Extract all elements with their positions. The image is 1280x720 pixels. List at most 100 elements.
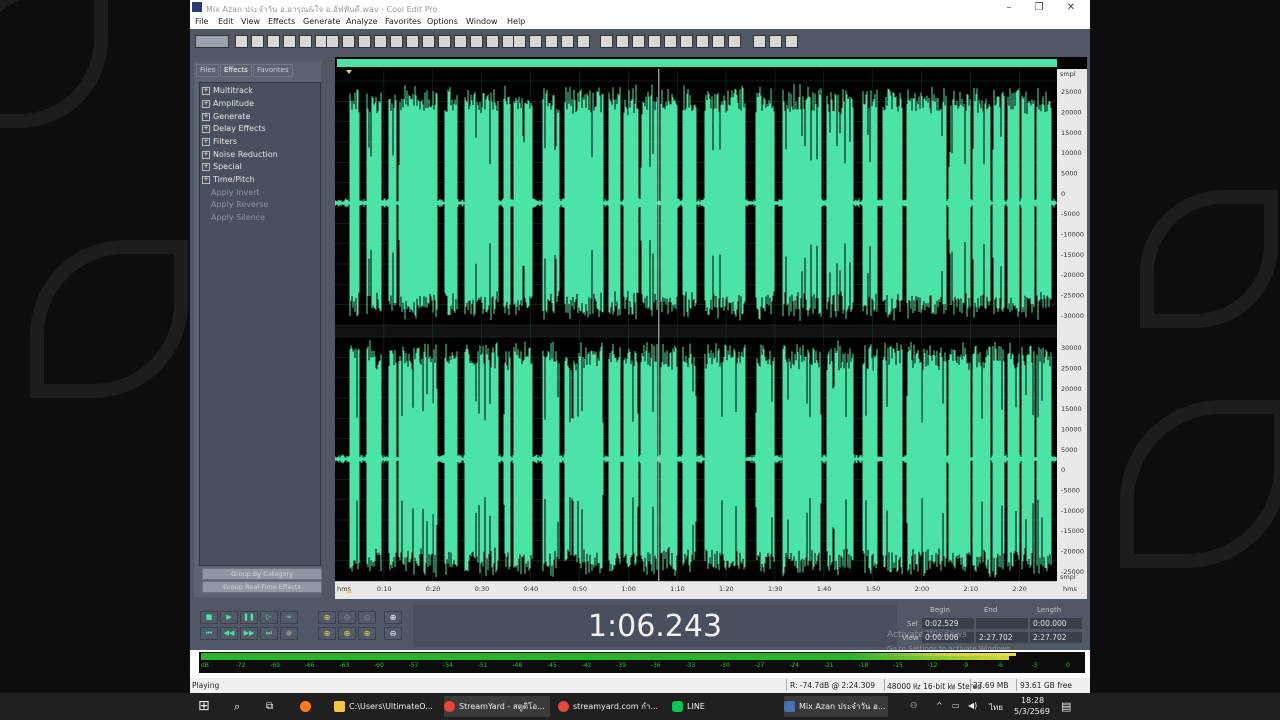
taskbar-item-streamyard-com[interactable]: streamyard.com กำ... — [558, 696, 662, 717]
close-icon[interactable]: ✕ — [1056, 1, 1086, 14]
tree-item-apply-silence[interactable]: Apply Silence — [211, 213, 265, 222]
tree-item-filters[interactable]: + Filters — [202, 137, 237, 146]
tree-item-noise-reduction[interactable]: + Noise Reduction — [202, 150, 278, 159]
toolbar-button-21[interactable] — [545, 35, 558, 48]
expand-icon[interactable]: + — [202, 99, 210, 108]
tab-effects[interactable]: Effects — [220, 64, 252, 77]
toolbar-button-31[interactable] — [712, 35, 725, 48]
clock-time[interactable]: 18:28 — [1021, 696, 1044, 705]
toolbar-button-22[interactable] — [561, 35, 574, 48]
toolbar-button-17[interactable] — [486, 35, 499, 48]
play-to-end-button[interactable]: ▷ — [260, 611, 278, 624]
toolbar-button-11[interactable] — [390, 35, 403, 48]
group-by-category-button[interactable]: Group By Category — [202, 568, 322, 580]
toolbar-button-12[interactable] — [406, 35, 419, 48]
zoom-out-vertical-icon[interactable]: ⊖ — [384, 627, 402, 640]
go-to-end-button[interactable]: ⏭ — [260, 627, 278, 640]
tray-chevron-icon[interactable]: ^ — [936, 701, 943, 710]
toolbar-button-4[interactable] — [283, 35, 296, 48]
toolbar-button-30[interactable] — [696, 35, 709, 48]
toolbar-button-33[interactable] — [753, 35, 766, 48]
windows-start-icon[interactable]: ⊞ — [198, 696, 218, 717]
sel-begin-field[interactable]: 0:02.529 — [922, 618, 974, 629]
toolbar-button-15[interactable] — [454, 35, 467, 48]
view-length-field[interactable]: 2:27.702 — [1030, 632, 1082, 643]
toolbar-button-24[interactable] — [600, 35, 613, 48]
toolbar-button-13[interactable] — [422, 35, 435, 48]
expand-icon[interactable]: + — [202, 86, 210, 95]
firefox-icon[interactable] — [300, 696, 320, 717]
rewind-button[interactable]: ◀◀ — [220, 627, 238, 640]
toolbar-button-29[interactable] — [680, 35, 693, 48]
taskbar-item-explorer[interactable]: C:\Users\UltimateO... — [334, 696, 436, 717]
expand-icon[interactable]: + — [202, 112, 210, 121]
pause-button[interactable]: ❚❚ — [240, 611, 258, 624]
waveform-canvas[interactable]: 25000 20000 15000 10000 5000 0 -5000 -10000 -150… — [335, 57, 1087, 599]
record-button[interactable]: ● — [280, 627, 298, 640]
toolbar-button-20[interactable] — [529, 35, 542, 48]
toolbar-button-10[interactable] — [374, 35, 387, 48]
menu-analyze[interactable]: Analyze — [346, 17, 378, 26]
volume-icon[interactable]: ◀) — [968, 701, 977, 710]
tree-item-special[interactable]: + Special — [202, 162, 242, 171]
zoom-full-icon[interactable]: ⊙ — [358, 611, 376, 624]
tree-item-multitrack[interactable]: + Multitrack — [202, 86, 253, 95]
toolbar-button-28[interactable] — [664, 35, 677, 48]
expand-icon[interactable]: + — [202, 175, 210, 184]
tree-item-amplitude[interactable]: + Amplitude — [202, 99, 254, 108]
toolbar-button-14[interactable] — [438, 35, 451, 48]
tab-files[interactable]: Files — [196, 64, 220, 77]
restore-icon[interactable]: ❐ — [1024, 1, 1054, 14]
toolbar-button-2[interactable] — [251, 35, 264, 48]
go-to-start-button[interactable]: ⏮ — [200, 627, 218, 640]
search-icon[interactable]: ⌕ — [234, 696, 250, 717]
menu-favorites[interactable]: Favorites — [385, 17, 421, 26]
menu-window[interactable]: Window — [466, 17, 498, 26]
toolbar-button-9[interactable] — [358, 35, 371, 48]
network-icon[interactable]: ▭ — [952, 701, 960, 710]
menu-help[interactable]: Help — [507, 17, 525, 26]
multitrack-toggle-button[interactable] — [195, 35, 229, 48]
zoom-in-vertical-icon[interactable]: ⊕ — [384, 611, 402, 624]
expand-icon[interactable]: + — [202, 162, 210, 171]
group-realtime-effects-button[interactable]: Group Real-Time Effects — [202, 581, 322, 593]
taskbar-item-cool-edit[interactable]: Mix Azan ประจำวัน อ... — [784, 696, 888, 717]
zoom-out-horizontal-icon[interactable]: ⊖ — [338, 611, 356, 624]
toolbar-button-16[interactable] — [470, 35, 483, 48]
people-icon[interactable]: ⚇ — [910, 701, 917, 710]
toolbar-button-27[interactable] — [648, 35, 661, 48]
view-end-field[interactable]: 2:27.702 — [976, 632, 1028, 643]
expand-icon[interactable]: + — [202, 124, 210, 133]
waveform-display[interactable]: 25000 20000 15000 10000 5000 0 -5000 -10000 -150… — [335, 57, 1087, 599]
toolbar-button-19[interactable] — [513, 35, 526, 48]
clock-date[interactable]: 5/3/2569 — [1014, 707, 1050, 716]
minimize-icon[interactable]: – — [994, 1, 1024, 14]
loop-button[interactable]: ∞ — [280, 611, 298, 624]
toolbar-button-1[interactable] — [235, 35, 248, 48]
sel-end-field[interactable] — [976, 618, 1028, 629]
task-view-icon[interactable]: ⧉ — [266, 696, 282, 717]
toolbar-button-3[interactable] — [267, 35, 280, 48]
tree-item-apply-invert[interactable]: Apply Invert — [211, 188, 260, 197]
play-button[interactable]: ▶ — [220, 611, 238, 624]
toolbar-button-23[interactable] — [577, 35, 590, 48]
notifications-icon[interactable]: ▤ — [1061, 700, 1071, 713]
tree-item-apply-reverse[interactable]: Apply Reverse — [211, 200, 268, 209]
toolbar-button-5[interactable] — [299, 35, 312, 48]
fast-forward-button[interactable]: ▶▶ — [240, 627, 258, 640]
zoom-to-right-icon[interactable]: ⊕ — [338, 627, 356, 640]
menu-view[interactable]: View — [241, 17, 260, 26]
toolbar-button-35[interactable] — [785, 35, 798, 48]
tree-item-generate[interactable]: + Generate — [202, 112, 250, 121]
zoom-selection-icon[interactable]: ⊕ — [358, 627, 376, 640]
tab-favorites[interactable]: Favorites — [253, 64, 293, 77]
taskbar-item-line[interactable]: LINE — [672, 696, 772, 717]
menu-effects[interactable]: Effects — [268, 17, 295, 26]
stop-button[interactable]: ■ — [200, 611, 218, 624]
taskbar-item-streamyard[interactable]: StreamYard - สตูดิโอ... — [444, 696, 550, 717]
toolbar-button-8[interactable] — [342, 35, 355, 48]
toolbar-button-26[interactable] — [632, 35, 645, 48]
zoom-in-horizontal-icon[interactable]: ⊕ — [318, 611, 336, 624]
menu-generate[interactable]: Generate — [303, 17, 340, 26]
tree-item-delay-effects[interactable]: + Delay Effects — [202, 124, 266, 133]
